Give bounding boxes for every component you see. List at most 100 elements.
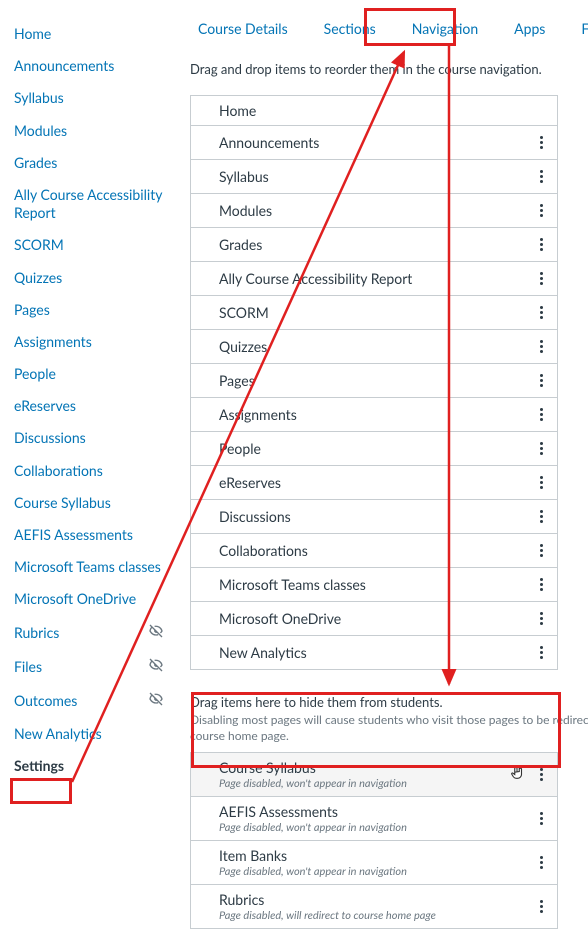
kebab-icon[interactable] <box>536 370 547 391</box>
kebab-icon[interactable] <box>536 540 547 561</box>
kebab-icon[interactable] <box>536 896 547 917</box>
kebab-icon[interactable] <box>536 764 547 785</box>
nav-item[interactable]: Assignments <box>191 398 557 432</box>
nav-item-subtitle: Page disabled, won't appear in navigatio… <box>219 865 536 878</box>
kebab-icon[interactable] <box>536 642 547 663</box>
nav-item-title: Microsoft Teams classes <box>219 576 536 593</box>
kebab-icon[interactable] <box>536 234 547 255</box>
sidebar-item-announcements[interactable]: Announcements <box>14 50 178 82</box>
sidebar-item-label: Course Syllabus <box>14 494 170 512</box>
kebab-icon[interactable] <box>536 404 547 425</box>
sidebar-item-label: Quizzes <box>14 269 170 287</box>
sidebar-item-syllabus[interactable]: Syllabus <box>14 82 178 114</box>
enabled-nav-list: Home AnnouncementsSyllabus Modules GradesAl… <box>190 95 558 670</box>
sidebar-item-ally-course-accessibility-report[interactable]: Ally Course Accessibility Report <box>14 179 178 229</box>
tab-apps[interactable]: Apps <box>510 12 549 45</box>
sidebar-item-modules[interactable]: Modules <box>14 115 178 147</box>
kebab-icon[interactable] <box>536 336 547 357</box>
nav-item[interactable]: Home <box>191 96 557 126</box>
sidebar-item-label: Announcements <box>14 57 170 75</box>
sidebar-item-pages[interactable]: Pages <box>14 294 178 326</box>
tab-sections[interactable]: Sections <box>320 12 380 45</box>
sidebar-item-label: Grades <box>14 154 170 172</box>
sidebar-item-label: Home <box>14 25 170 43</box>
nav-item-subtitle: Page disabled, will redirect to course h… <box>219 909 536 922</box>
kebab-icon[interactable] <box>536 200 547 221</box>
nav-item[interactable]: eReserves <box>191 466 557 500</box>
nav-item[interactable]: Announcements <box>191 126 557 160</box>
sidebar-item-label: Discussions <box>14 429 170 447</box>
nav-item[interactable]: New Analytics <box>191 636 557 670</box>
nav-item-title: New Analytics <box>219 644 536 661</box>
kebab-icon[interactable] <box>536 132 547 153</box>
sidebar-item-rubrics[interactable]: Rubrics <box>14 616 178 650</box>
nav-item[interactable]: Collaborations <box>191 534 557 568</box>
kebab-icon[interactable] <box>536 268 547 289</box>
nav-item[interactable]: SCORM <box>191 296 557 330</box>
sidebar-item-course-syllabus[interactable]: Course Syllabus <box>14 487 178 519</box>
sidebar-item-home[interactable]: Home <box>14 18 178 50</box>
course-sidebar: Home Announcements Syllabus Modules Grades Al… <box>0 0 178 850</box>
sidebar-item-label: Rubrics <box>14 624 148 642</box>
kebab-icon[interactable] <box>536 808 547 829</box>
nav-item-disabled[interactable]: Course SyllabusPage disabled, won't appe… <box>191 753 557 797</box>
nav-item-title: Course Syllabus <box>219 759 508 776</box>
sidebar-item-grades[interactable]: Grades <box>14 147 178 179</box>
sidebar-item-label: Microsoft OneDrive <box>14 590 170 608</box>
kebab-icon[interactable] <box>536 608 547 629</box>
nav-item-disabled[interactable]: Item BanksPage disabled, won't appear in… <box>191 841 557 885</box>
tab-navigation[interactable]: Navigation <box>408 12 482 45</box>
kebab-icon[interactable] <box>536 852 547 873</box>
nav-item-title: Discussions <box>219 508 536 525</box>
nav-item-disabled[interactable]: AEFIS AssessmentsPage disabled, won't ap… <box>191 797 557 841</box>
sidebar-item-outcomes[interactable]: Outcomes <box>14 684 178 718</box>
sidebar-item-label: Assignments <box>14 333 170 351</box>
sidebar-item-assignments[interactable]: Assignments <box>14 326 178 358</box>
sidebar-item-aefis-assessments[interactable]: AEFIS Assessments <box>14 519 178 551</box>
sidebar-item-label: New Analytics <box>14 725 170 743</box>
hidden-icon <box>148 657 170 677</box>
sidebar-item-new-analytics[interactable]: New Analytics <box>14 718 178 750</box>
nav-item[interactable]: Discussions <box>191 500 557 534</box>
nav-item[interactable]: People <box>191 432 557 466</box>
tab-feature-op[interactable]: Feature Op <box>577 12 588 45</box>
sidebar-item-quizzes[interactable]: Quizzes <box>14 262 178 294</box>
nav-item-title: eReserves <box>219 474 536 491</box>
nav-item[interactable]: Ally Course Accessibility Report <box>191 262 557 296</box>
main-content: Course Details Sections Navigation Apps Feat… <box>178 0 588 850</box>
nav-item[interactable]: Microsoft OneDrive <box>191 602 557 636</box>
kebab-icon[interactable] <box>536 302 547 323</box>
tab-course-details[interactable]: Course Details <box>194 12 292 45</box>
kebab-icon[interactable] <box>536 472 547 493</box>
nav-item[interactable]: Pages <box>191 364 557 398</box>
nav-item[interactable]: Grades <box>191 228 557 262</box>
sidebar-item-ereserves[interactable]: eReserves <box>14 390 178 422</box>
sidebar-item-microsoft-onedrive[interactable]: Microsoft OneDrive <box>14 583 178 615</box>
nav-item[interactable]: Microsoft Teams classes <box>191 568 557 602</box>
sidebar-item-label: People <box>14 365 170 383</box>
sidebar-item-people[interactable]: People <box>14 358 178 390</box>
nav-item[interactable]: Quizzes <box>191 330 557 364</box>
kebab-icon[interactable] <box>536 574 547 595</box>
disabled-nav-list: Course Syllabus Page disabled, won't appe… <box>190 752 558 929</box>
kebab-icon[interactable] <box>536 506 547 527</box>
nav-item-title: Modules <box>219 202 536 219</box>
sidebar-item-scorm[interactable]: SCORM <box>14 229 178 261</box>
nav-item-title: People <box>219 440 536 457</box>
sidebar-item-files[interactable]: Files <box>14 650 178 684</box>
sidebar-item-collaborations[interactable]: Collaborations <box>14 455 178 487</box>
sidebar-item-label: Files <box>14 658 148 676</box>
nav-item-disabled[interactable]: RubricsPage disabled, will redirect to c… <box>191 885 557 929</box>
kebab-icon[interactable] <box>536 166 547 187</box>
nav-item[interactable]: Modules <box>191 194 557 228</box>
nav-item-title: Home <box>219 102 547 119</box>
sidebar-item-microsoft-teams-classes[interactable]: Microsoft Teams classes <box>14 551 178 583</box>
kebab-icon[interactable] <box>536 438 547 459</box>
nav-item[interactable]: Syllabus <box>191 160 557 194</box>
reorder-instruction: Drag and drop items to reorder them in t… <box>190 61 588 77</box>
sidebar-item-discussions[interactable]: Discussions <box>14 422 178 454</box>
sidebar-item-label: Modules <box>14 122 170 140</box>
nav-item-title: Quizzes <box>219 338 536 355</box>
sidebar-item-settings[interactable]: Settings <box>14 750 178 782</box>
hide-instruction-sub: Disabling most pages will cause students… <box>190 712 588 744</box>
